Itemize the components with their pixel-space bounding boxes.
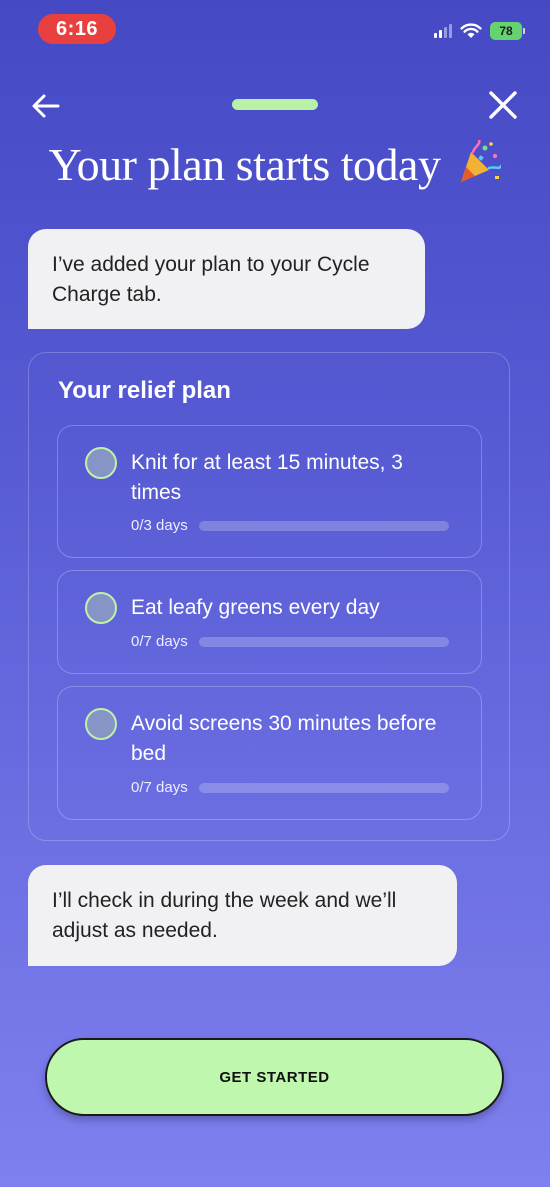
plan-item-text: Eat leafy greens every day [131, 596, 380, 619]
relief-plan-card: Your relief plan Knit for at least 15 mi… [28, 352, 510, 841]
arrow-left-icon[interactable] [30, 90, 62, 122]
checkbox-circle[interactable] [85, 447, 117, 479]
party-popper-icon [461, 140, 502, 182]
close-icon[interactable] [486, 88, 520, 122]
step-indicator [232, 99, 318, 110]
checkbox-circle[interactable] [85, 592, 117, 624]
page-title-row: Your plan starts today [0, 138, 550, 191]
progress-label: 0/7 days [131, 633, 188, 650]
get-started-button[interactable]: GET STARTED [45, 1038, 504, 1116]
progress-label: 0/7 days [131, 779, 188, 796]
progress-label: 0/3 days [131, 517, 188, 534]
progress-row: 0/7 days [131, 633, 449, 650]
progress-row: 0/7 days [131, 779, 449, 796]
wifi-icon [460, 23, 482, 38]
plan-title: Your relief plan [58, 377, 231, 404]
signal-icon [434, 24, 452, 38]
progress-row: 0/3 days [131, 517, 449, 534]
page-title: Your plan starts today [48, 139, 441, 190]
top-nav [0, 84, 550, 126]
status-icons: 78 [434, 22, 525, 40]
message-bubble: I’ve added your plan to your Cycle Charg… [28, 229, 425, 329]
plan-item: Avoid screens 30 minutes before bed 0/7 … [57, 686, 482, 820]
progress-bar [198, 636, 449, 647]
status-bar: 6:16 78 [0, 0, 550, 58]
plan-item-text: Avoid screens 30 minutes before bed [131, 712, 437, 765]
plan-item: Knit for at least 15 minutes, 3 times 0/… [57, 425, 482, 558]
battery-icon: 78 [490, 22, 525, 40]
get-started-label: GET STARTED [219, 1068, 330, 1086]
progress-bar [198, 782, 449, 793]
plan-item-text: Knit for at least 15 minutes, 3 times [131, 451, 403, 504]
message-bubble: I’ll check in during the week and we’ll … [28, 865, 457, 966]
status-time: 6:16 [38, 14, 116, 44]
checkbox-circle[interactable] [85, 708, 117, 740]
battery-level: 78 [499, 24, 513, 38]
plan-item: Eat leafy greens every day 0/7 days [57, 570, 482, 674]
progress-bar [198, 520, 449, 531]
